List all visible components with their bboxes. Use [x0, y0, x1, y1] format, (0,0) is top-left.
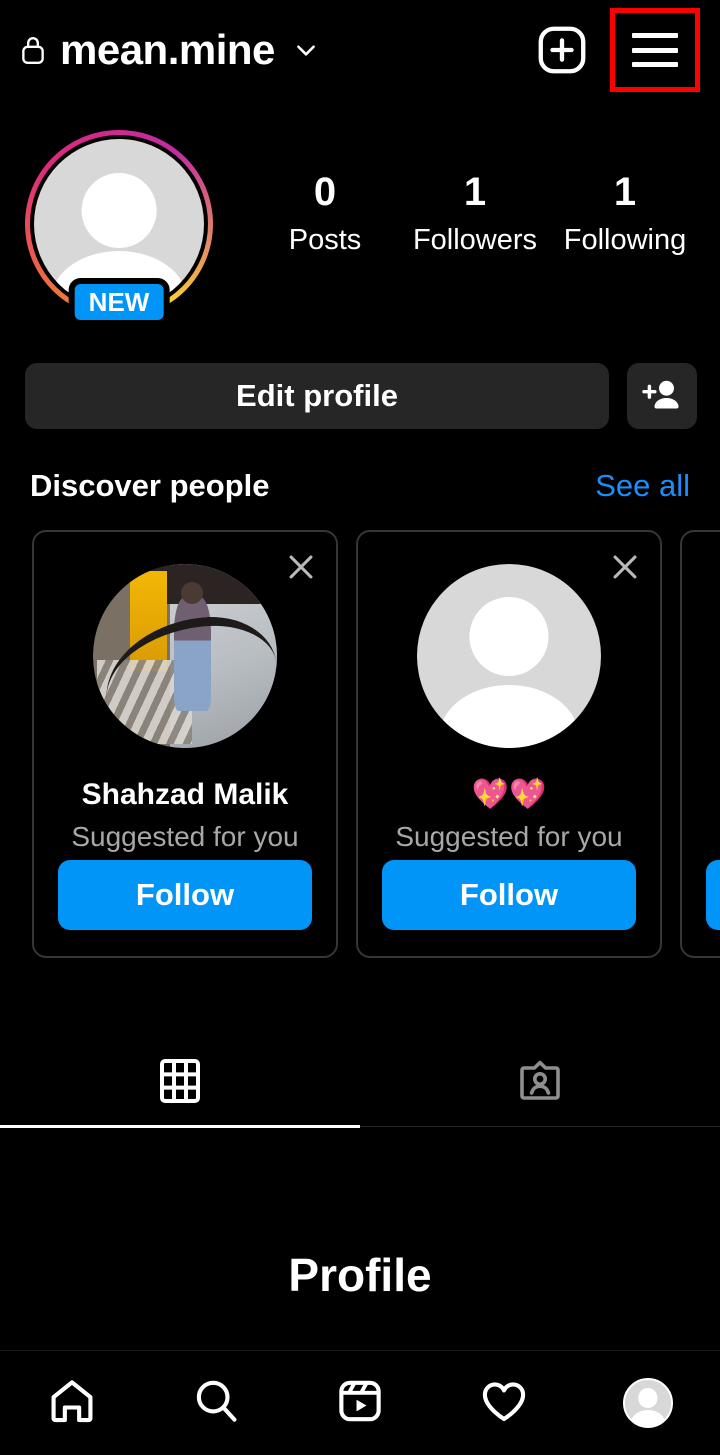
discover-people-header: Discover people See all [30, 468, 690, 504]
stat-followers[interactable]: 1 Followers [400, 170, 550, 257]
suggested-user-card[interactable]: 💖💖 Suggested for you Follow [356, 530, 662, 958]
bottom-navigation [0, 1350, 720, 1455]
stat-following-value: 1 [613, 170, 637, 214]
suggested-user-avatar [417, 564, 601, 748]
instagram-profile-screen: mean.mine NEW 0 Posts 1 Followers 1 Foll… [0, 0, 720, 1455]
grid-icon [156, 1057, 204, 1110]
follow-button[interactable]: Follow [706, 860, 720, 930]
suggested-user-subtitle: Suggested for you [71, 821, 299, 852]
suggested-user-card[interactable]: Shahzad Malik Suggested for you Follow [32, 530, 338, 958]
profile-username: mean.mine [60, 26, 275, 73]
stat-followers-label: Followers [412, 224, 538, 256]
nav-profile[interactable] [576, 1378, 720, 1428]
lock-icon [20, 35, 46, 65]
tab-tagged[interactable] [360, 1038, 720, 1128]
close-icon[interactable] [284, 550, 318, 584]
nav-home[interactable] [0, 1375, 144, 1432]
hamburger-menu-icon [632, 33, 678, 67]
stat-posts[interactable]: 0 Posts [250, 170, 400, 257]
nav-activity[interactable] [432, 1375, 576, 1432]
stat-following[interactable]: 1 Following [550, 170, 700, 257]
create-post-button[interactable] [536, 24, 588, 76]
profile-stats: 0 Posts 1 Followers 1 Following [250, 170, 700, 257]
nav-reels[interactable] [288, 1375, 432, 1432]
suggested-user-subtitle: Suggested for you [395, 821, 623, 852]
suggested-user-name: Shahzad Malik [81, 778, 289, 811]
new-badge: NEW [68, 278, 170, 326]
reels-icon [334, 1375, 386, 1432]
discover-people-title: Discover people [30, 468, 270, 503]
username-area[interactable]: mean.mine [20, 29, 319, 71]
see-all-link[interactable]: See all [595, 468, 690, 504]
profile-tabs [0, 1038, 720, 1128]
app-header: mean.mine [0, 0, 720, 100]
profile-avatar-icon [623, 1378, 673, 1428]
discover-people-button[interactable] [627, 363, 697, 429]
empty-state-title: Profile [288, 1249, 432, 1301]
chevron-down-icon[interactable] [289, 37, 319, 63]
follow-button[interactable]: Follow [382, 860, 636, 930]
tab-grid[interactable] [0, 1038, 360, 1128]
profile-action-row: Edit profile [25, 363, 697, 429]
tagged-person-icon [516, 1057, 564, 1110]
profile-summary: NEW 0 Posts 1 Followers 1 Following [0, 122, 720, 326]
search-icon [190, 1375, 242, 1432]
profile-avatar-button[interactable]: NEW [25, 130, 213, 326]
edit-profile-button[interactable]: Edit profile [25, 363, 609, 429]
stat-following-label: Following [563, 224, 687, 256]
heart-icon [478, 1375, 530, 1432]
stat-posts-value: 0 [313, 170, 337, 214]
home-icon [46, 1375, 98, 1432]
discover-people-carousel[interactable]: Shahzad Malik Suggested for you Follow 💖… [0, 530, 720, 960]
active-tab-underline [0, 1125, 360, 1128]
hamburger-menu-button[interactable] [610, 8, 700, 92]
suggested-user-avatar [93, 564, 277, 748]
stat-posts-label: Posts [288, 224, 362, 256]
add-person-icon [642, 377, 682, 416]
follow-button[interactable]: Follow [58, 860, 312, 930]
stat-followers-value: 1 [463, 170, 487, 214]
suggested-user-card[interactable]: J Follow [680, 530, 720, 958]
nav-search[interactable] [144, 1375, 288, 1432]
header-actions [536, 8, 700, 92]
close-icon[interactable] [608, 550, 642, 584]
suggested-user-name: 💖💖 [471, 778, 547, 811]
